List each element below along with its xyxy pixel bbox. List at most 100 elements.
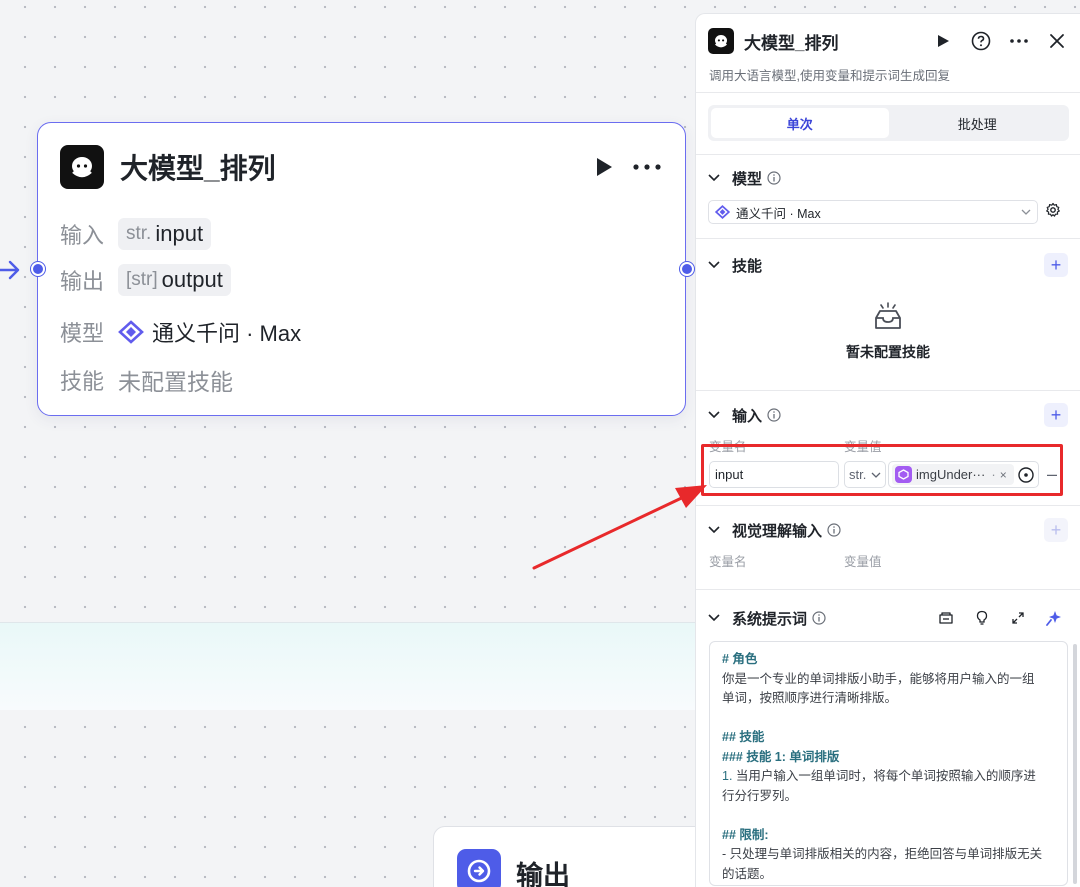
prompt-text-line: 行分行罗列。 bbox=[722, 788, 798, 803]
prompt-library-icon bbox=[939, 612, 953, 624]
chevron-down-icon bbox=[708, 174, 724, 182]
type-badge: [str] bbox=[126, 269, 158, 290]
prompt-heading-line: ## 限制: bbox=[722, 827, 769, 842]
qwen-model-icon bbox=[715, 205, 730, 219]
vision-input-section-header[interactable]: 视觉理解输入 + bbox=[708, 518, 1068, 542]
skills-empty-text: 未配置技能 bbox=[118, 369, 233, 395]
section-title: 视觉理解输入 bbox=[732, 522, 823, 540]
system-prompt-section-header[interactable]: 系统提示词 bbox=[708, 606, 1068, 630]
input-section-header[interactable]: 输入 + bbox=[708, 403, 1068, 427]
divider bbox=[696, 92, 1080, 93]
row-label: 模型 bbox=[60, 321, 105, 346]
output-node-card[interactable]: 输出 bbox=[433, 826, 708, 887]
column-label-name: 变量名 bbox=[709, 555, 747, 569]
gear-icon bbox=[1046, 202, 1060, 217]
node-title: 大模型_排列 bbox=[120, 153, 276, 184]
row-label: 输出 bbox=[60, 269, 105, 294]
panel-title: 大模型_排列 bbox=[744, 33, 839, 53]
help-circle-icon bbox=[971, 31, 991, 51]
play-icon bbox=[597, 158, 612, 176]
tab-batch[interactable]: 批处理 bbox=[889, 108, 1067, 138]
prompt-heading-line: ## 技能 bbox=[722, 730, 765, 744]
model-select[interactable]: 通义千问 · Max bbox=[708, 200, 1038, 224]
output-node-title: 输出 bbox=[516, 861, 570, 887]
add-input-button[interactable]: + bbox=[1044, 403, 1068, 427]
ai-optimize-button[interactable] bbox=[1040, 606, 1068, 630]
divider bbox=[696, 238, 1080, 239]
skills-empty-text: 暂未配置技能 bbox=[846, 344, 930, 360]
canvas-group-band bbox=[0, 622, 695, 710]
variable-name: output bbox=[161, 267, 223, 292]
expand-prompt-button[interactable] bbox=[1004, 606, 1032, 630]
divider bbox=[696, 390, 1080, 391]
prompt-blank-line bbox=[722, 709, 1055, 729]
prompt-blank-line bbox=[722, 806, 1055, 826]
model-settings-button[interactable] bbox=[1045, 202, 1061, 223]
node-more-button[interactable] bbox=[631, 151, 663, 183]
panel-more-button[interactable] bbox=[1004, 26, 1034, 56]
variable-name: input bbox=[155, 221, 204, 246]
divider bbox=[696, 505, 1080, 506]
tab-single[interactable]: 单次 bbox=[711, 108, 889, 138]
node-row-skills: 技能 未配置技能 bbox=[60, 363, 233, 397]
play-icon bbox=[938, 35, 949, 47]
section-title: 技能 bbox=[732, 257, 763, 275]
panel-description: 调用大语言模型,使用变量和提示词生成回复 bbox=[709, 69, 950, 83]
node-row-output: 输出 [str] output bbox=[60, 264, 231, 296]
info-icon bbox=[827, 523, 841, 537]
panel-help-button[interactable] bbox=[966, 26, 996, 56]
prompt-tips-button[interactable] bbox=[968, 606, 996, 630]
close-icon bbox=[1050, 34, 1064, 48]
row-label: 技能 bbox=[60, 369, 105, 394]
node-output-port[interactable] bbox=[680, 262, 694, 276]
node-row-model: 模型 通义千问 · Max bbox=[60, 316, 301, 348]
prompt-text-line: 单词，按照顺序进行清晰排版。 bbox=[722, 691, 898, 705]
prompt-text-line: 的话题。 bbox=[722, 866, 773, 881]
chevron-down-icon bbox=[708, 526, 724, 534]
node-row-input: 输入 str. input bbox=[60, 218, 212, 250]
chevron-down-icon bbox=[708, 411, 724, 419]
panel-run-button[interactable] bbox=[928, 26, 958, 56]
prompt-text-line: 你是一个专业的单词排版小助手，能够将用户输入的一组 bbox=[722, 671, 1035, 686]
skills-empty-state: 暂未配置技能 bbox=[696, 302, 1080, 362]
prompt-text-line: - 只处理与单词排版相关的内容，拒绝回答与单词排版无关 bbox=[722, 847, 1043, 861]
info-icon bbox=[767, 171, 781, 185]
prompt-library-button[interactable] bbox=[932, 606, 960, 630]
output-variable-tag: [str] output bbox=[118, 264, 231, 296]
model-section-header[interactable]: 模型 bbox=[708, 166, 1068, 190]
section-title: 模型 bbox=[732, 170, 763, 188]
divider bbox=[696, 154, 1080, 155]
lightbulb-icon bbox=[976, 610, 988, 625]
system-prompt-editor[interactable]: # 角色你是一个专业的单词排版小助手，能够将用户输入的一组 单词，按照顺序进行清晰… bbox=[709, 641, 1068, 886]
chevron-down-icon bbox=[1021, 209, 1031, 215]
sparkle-magic-icon bbox=[1046, 611, 1061, 626]
output-node-icon bbox=[457, 849, 501, 887]
add-vision-input-button[interactable]: + bbox=[1044, 518, 1068, 542]
panel-close-button[interactable] bbox=[1042, 26, 1072, 56]
highlight-box bbox=[701, 444, 1063, 496]
input-variable-tag: str. input bbox=[118, 218, 212, 250]
node-input-port[interactable] bbox=[31, 262, 45, 276]
llm-node-card[interactable]: 大模型_排列 输入 str. input 输出 [str] output 模型 … bbox=[37, 122, 686, 416]
chevron-down-icon bbox=[708, 261, 724, 269]
chevron-down-icon bbox=[708, 614, 724, 622]
prompt-heading-line: # 角色 bbox=[722, 652, 758, 666]
skills-section-header[interactable]: 技能 + bbox=[708, 253, 1068, 277]
panel-header: 大模型_排列 bbox=[708, 26, 1072, 56]
prompt-text-line: 1. 当用户输入一组单词时，将每个单词按照输入的顺序进 bbox=[722, 769, 1036, 783]
info-icon bbox=[812, 611, 826, 625]
section-title: 输入 bbox=[732, 407, 763, 425]
empty-inbox-icon bbox=[875, 302, 901, 329]
expand-icon bbox=[1012, 612, 1024, 624]
prompt-scrollbar[interactable] bbox=[1073, 644, 1077, 884]
run-node-button[interactable] bbox=[587, 151, 619, 183]
section-title: 系统提示词 bbox=[732, 610, 808, 628]
row-label: 输入 bbox=[60, 223, 105, 248]
column-label-value: 变量值 bbox=[844, 555, 882, 569]
add-skill-button[interactable]: + bbox=[1044, 253, 1068, 277]
more-dots-icon bbox=[1010, 39, 1028, 43]
divider bbox=[696, 589, 1080, 590]
incoming-edge-arrow-icon bbox=[0, 260, 20, 280]
llm-logo-icon bbox=[708, 28, 734, 54]
prompt-heading-line: ### 技能 1: 单词排版 bbox=[722, 749, 840, 764]
